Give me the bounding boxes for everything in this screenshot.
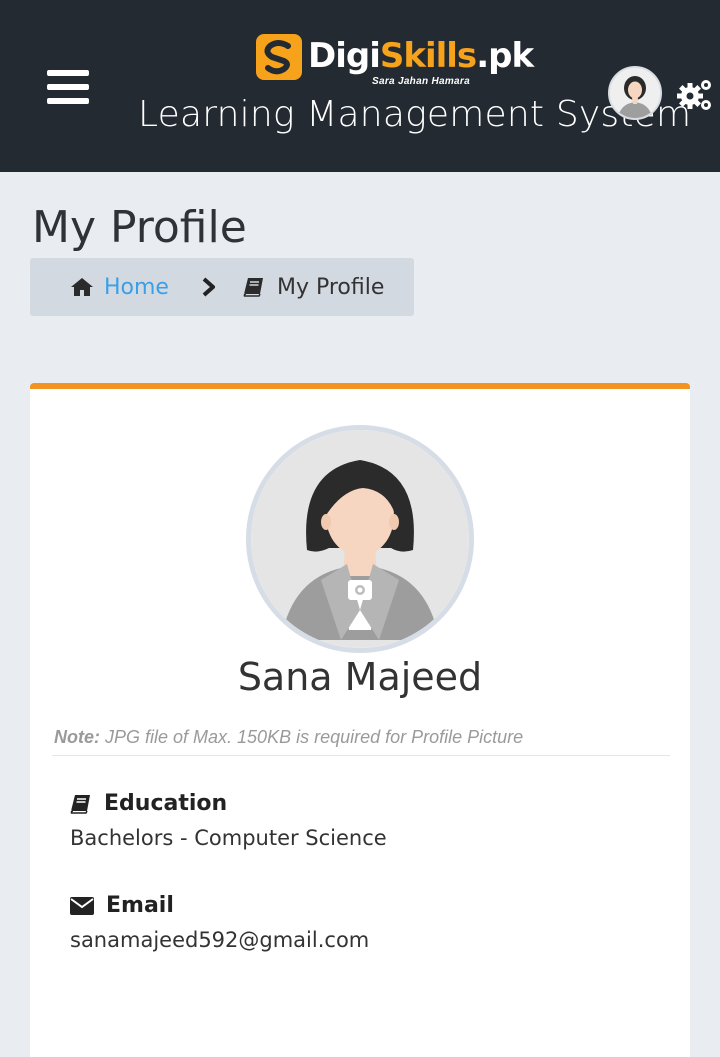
profile-name: Sana Majeed [237, 655, 483, 699]
top-header: DigiSkills.pk Sara Jahan Hamara Learning… [0, 0, 720, 172]
profile-card: Sana Majeed Note: JPG file of Max. 150KB… [30, 383, 690, 1057]
settings-gears-icon[interactable] [676, 76, 714, 114]
breadcrumb-home-link[interactable]: Home [104, 275, 169, 300]
logo-mark-icon [256, 34, 302, 80]
email-label: Email [106, 893, 174, 918]
profile-avatar-illustration [251, 430, 469, 648]
header-avatar[interactable] [608, 66, 662, 120]
profile-picture[interactable] [246, 425, 474, 653]
education-heading: Education [70, 791, 227, 816]
education-value: Bachelors - Computer Science [70, 826, 387, 850]
email-value: sanamajeed592@gmail.com [70, 928, 370, 952]
breadcrumb-current: My Profile [276, 274, 385, 300]
note-label: Note: [54, 727, 100, 747]
envelope-icon [70, 896, 94, 915]
user-avatar-icon [610, 68, 660, 118]
note-text: JPG file of Max. 150KB is required for P… [100, 727, 524, 747]
breadcrumb: Home My Profile [30, 258, 414, 316]
chevron-right-icon [202, 277, 215, 297]
email-heading: Email [70, 893, 174, 918]
education-label: Education [104, 791, 228, 816]
book-icon [70, 794, 90, 814]
home-icon [71, 278, 93, 296]
divider [52, 755, 670, 756]
hamburger-menu-icon[interactable] [47, 70, 89, 104]
logo-tagline: Sara Jahan Hamara [372, 76, 470, 87]
page-title: My Profile [32, 202, 247, 253]
upload-note: Note: JPG file of Max. 150KB is required… [54, 727, 523, 748]
book-icon [243, 278, 263, 297]
logo-wordmark: DigiSkills.pk [308, 36, 534, 76]
